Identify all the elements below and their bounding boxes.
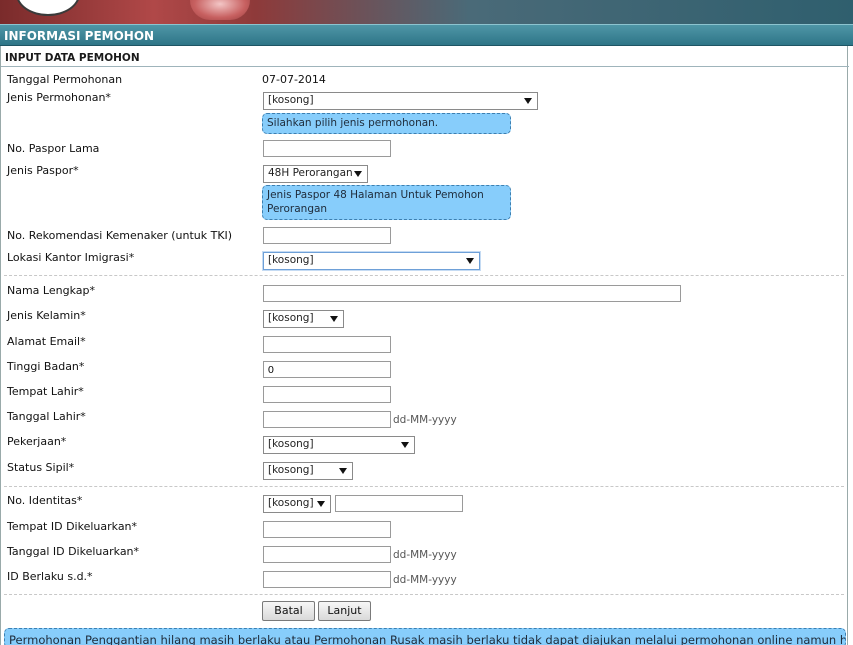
section-title: INFORMASI PEMOHON: [4, 29, 155, 43]
section-title-bar: INFORMASI PEMOHON: [0, 24, 853, 46]
divider: [4, 275, 844, 276]
notice-text: Permohonan Penggantian hilang masih berl…: [9, 633, 846, 645]
subheader-title: INPUT DATA PEMOHON: [5, 52, 140, 64]
label-tempat-id: Tempat ID Dikeluarkan*: [7, 520, 138, 533]
input-nama-lengkap[interactable]: [263, 285, 681, 302]
hint-tanggal-lahir: dd-MM-yyyy: [393, 414, 457, 426]
form-subheader: INPUT DATA PEMOHON: [1, 49, 849, 67]
label-tanggal-lahir: Tanggal Lahir*: [7, 410, 86, 423]
dropdown-arrow-icon: [466, 258, 474, 264]
value-tanggal-permohonan: 07-07-2014: [262, 73, 326, 86]
select-jenis-kelamin[interactable]: [kosong]: [263, 310, 344, 328]
dropdown-arrow-icon: [330, 316, 338, 322]
input-no-rekomendasi[interactable]: [263, 227, 391, 244]
input-no-identitas[interactable]: [335, 495, 463, 512]
input-tempat-lahir[interactable]: [263, 386, 391, 403]
info-text: Silahkan pilih jenis permohonan.: [267, 117, 439, 129]
banner-decoration: [190, 0, 250, 20]
dropdown-arrow-icon: [339, 468, 347, 474]
label-pekerjaan: Pekerjaan*: [7, 435, 67, 448]
select-value: 48H Perorangan: [268, 167, 353, 179]
label-nama-lengkap: Nama Lengkap*: [7, 284, 95, 297]
select-value: [kosong]: [268, 312, 314, 324]
input-no-paspor-lama[interactable]: [263, 140, 391, 157]
label-no-identitas: No. Identitas*: [7, 494, 83, 507]
info-text-line1: Jenis Paspor 48 Halaman Untuk Pemohon: [267, 189, 484, 201]
label-jenis-permohonan: Jenis Permohonan*: [7, 91, 111, 104]
select-value: [kosong]: [268, 94, 314, 106]
select-value: [kosong]: [268, 254, 314, 266]
select-status-sipil[interactable]: [kosong]: [263, 462, 353, 480]
dropdown-arrow-icon: [401, 442, 409, 448]
label-status-sipil: Status Sipil*: [7, 461, 75, 474]
input-tempat-id[interactable]: [263, 521, 391, 538]
info-jenis-paspor: Jenis Paspor 48 Halaman Untuk Pemohon Pe…: [262, 185, 511, 220]
hint-tanggal-id: dd-MM-yyyy: [393, 549, 457, 561]
label-no-rekomendasi: No. Rekomendasi Kemenaker (untuk TKI): [7, 229, 233, 242]
select-jenis-paspor[interactable]: 48H Perorangan: [263, 165, 368, 183]
select-value: [kosong]: [268, 497, 314, 509]
label-tempat-lahir: Tempat Lahir*: [7, 385, 84, 398]
label-tanggal-id: Tanggal ID Dikeluarkan*: [7, 545, 140, 558]
select-pekerjaan[interactable]: [kosong]: [263, 436, 415, 454]
header-banner: [0, 0, 853, 24]
select-lokasi-kantor[interactable]: [kosong]: [263, 252, 480, 270]
select-jenis-permohonan[interactable]: [kosong]: [263, 92, 538, 110]
input-tinggi-badan[interactable]: [263, 361, 391, 378]
input-tanggal-id[interactable]: [263, 546, 391, 563]
batal-button[interactable]: Batal: [262, 601, 315, 621]
lanjut-button[interactable]: Lanjut: [318, 601, 371, 621]
label-lokasi-kantor: Lokasi Kantor Imigrasi*: [7, 251, 135, 264]
input-alamat-email[interactable]: [263, 336, 391, 353]
select-value: [kosong]: [268, 464, 314, 476]
notice-box: Permohonan Penggantian hilang masih berl…: [4, 628, 846, 645]
select-value: [kosong]: [268, 438, 314, 450]
label-tinggi-badan: Tinggi Badan*: [7, 360, 85, 373]
divider: [4, 486, 844, 487]
logo: [16, 0, 80, 16]
info-text-line2: Perorangan: [267, 203, 328, 215]
input-tanggal-lahir[interactable]: [263, 411, 391, 428]
hint-id-berlaku: dd-MM-yyyy: [393, 574, 457, 586]
label-alamat-email: Alamat Email*: [7, 335, 86, 348]
label-jenis-paspor: Jenis Paspor*: [7, 164, 79, 177]
select-jenis-identitas[interactable]: [kosong]: [263, 495, 331, 513]
divider: [4, 594, 844, 595]
input-id-berlaku[interactable]: [263, 571, 391, 588]
label-id-berlaku: ID Berlaku s.d.*: [7, 570, 93, 583]
dropdown-arrow-icon: [524, 98, 532, 104]
label-no-paspor-lama: No. Paspor Lama: [7, 142, 100, 155]
info-jenis-permohonan: Silahkan pilih jenis permohonan.: [262, 113, 511, 134]
label-tanggal-permohonan: Tanggal Permohonan: [7, 73, 123, 86]
dropdown-arrow-icon: [354, 171, 362, 177]
dropdown-arrow-icon: [317, 501, 325, 507]
label-jenis-kelamin: Jenis Kelamin*: [7, 309, 86, 322]
